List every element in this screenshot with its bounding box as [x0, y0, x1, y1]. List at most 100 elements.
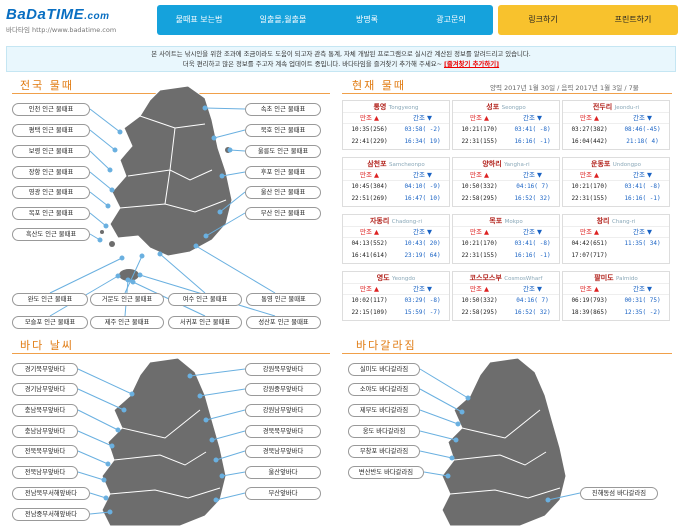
tide-button-mokpo[interactable]: 목포 인근 물때표: [12, 207, 90, 220]
weather-button-gangwon-central[interactable]: 강원중부앞바다: [245, 383, 321, 396]
tide-button-janghang[interactable]: 장항 인근 물때표: [12, 166, 90, 179]
weather-button-gangwon-south[interactable]: 강원남부앞바다: [245, 404, 321, 417]
low-tide-label: 간조 ▼: [412, 171, 433, 179]
weather-button-gyeonggi-north[interactable]: 경기북부앞바다: [12, 363, 78, 376]
tide-card-header: 만조 ▲ 간조 ▼: [453, 284, 559, 295]
high-tide-time: 04:13(552): [351, 240, 388, 247]
weather-button-jeonbuk-north[interactable]: 전북북부앞바다: [12, 445, 78, 458]
weather-button-chungnam-north[interactable]: 충남북부앞바다: [12, 404, 78, 417]
tide-row: 22:58(295) 16:52( 32): [453, 307, 559, 319]
high-tide-time: 22:15(109): [351, 309, 388, 316]
low-tide-label: 간조 ▼: [522, 114, 543, 122]
weather-button-gyeongbuk-south[interactable]: 경북남부앞바다: [245, 445, 321, 458]
low-tide-time: 08:46(-45): [624, 126, 661, 133]
high-tide-time: 22:58(295): [461, 195, 498, 202]
low-tide-label: 간조 ▼: [412, 228, 433, 236]
tide-button-moseulpo[interactable]: 모슬포 인근 물때표: [12, 316, 88, 329]
high-tide-time: 18:39(865): [571, 309, 608, 316]
high-tide-time: 10:50(332): [461, 183, 498, 190]
tide-button-mukho[interactable]: 묵호 인근 물때표: [245, 124, 321, 137]
tide-button-ulsan[interactable]: 울산 인근 물때표: [245, 186, 321, 199]
weather-button-gangwon-north[interactable]: 강원북부앞바다: [245, 363, 321, 376]
tide-button-hupo[interactable]: 후포 인근 물때표: [245, 166, 321, 179]
tide-card[interactable]: 성포 Seongpo 만조 ▲ 간조 ▼ 10:21(170) 03:41( -8) 22…: [452, 100, 560, 150]
tide-card[interactable]: 영도 Yeongdo 만조 ▲ 간조 ▼ 10:02(117) 03:29( -8) 22…: [342, 271, 450, 321]
low-tide-label: 간조 ▼: [522, 171, 543, 179]
tide-row: 17:07(717): [563, 250, 669, 262]
tide-card[interactable]: 목포 Mokpo 만조 ▲ 간조 ▼ 10:21(170) 03:41( -8) 22:3…: [452, 214, 560, 264]
station-roman: Samcheonpo: [388, 162, 425, 168]
low-tide-label: 간조 ▼: [412, 285, 433, 293]
high-tide-time: 22:31(155): [571, 195, 608, 202]
high-tide-time: 10:21(170): [571, 183, 608, 190]
tide-button-jeju[interactable]: 제주 인근 물때표: [90, 316, 164, 329]
tide-card[interactable]: 자동리 Chadong-ri 만조 ▲ 간조 ▼ 04:13(552) 10:43( 2…: [342, 214, 450, 264]
tide-card[interactable]: 코스모스부 CosmosWharf 만조 ▲ 간조 ▼ 10:50(332) 04:16…: [452, 271, 560, 321]
tide-card[interactable]: 운동포 Undongpo 만조 ▲ 간조 ▼ 10:21(170) 03:41( -8)…: [562, 157, 670, 207]
high-tide-label: 만조 ▲: [359, 228, 380, 236]
station-name: 양하리 Yangha-ri: [453, 158, 559, 170]
tide-button-ulleungdo[interactable]: 울릉도 인근 물때표: [245, 145, 321, 158]
tide-button-boryeong[interactable]: 보령 인근 물때표: [12, 145, 90, 158]
weather-button-jeonbuk-south[interactable]: 전북남부앞바다: [12, 466, 78, 479]
high-tide-label: 만조 ▲: [469, 228, 490, 236]
tide-card[interactable]: 팔미도 Palmido 만조 ▲ 간조 ▼ 06:19(793) 00:31( 75) 1…: [562, 271, 670, 321]
station-name: 팔미도 Palmido: [563, 272, 669, 284]
weather-button-jeonnam-central-west[interactable]: 전남중부서해앞바다: [12, 508, 90, 521]
low-tide-time: 16:16( -1): [514, 138, 551, 145]
weather-button-jeonnam-north-west[interactable]: 전남북부서해앞바다: [12, 487, 90, 500]
tide-card-header: 만조 ▲ 간조 ▼: [453, 170, 559, 181]
tide-card[interactable]: 전두리 Jeondu-ri 만조 ▲ 간조 ▼ 03:27(382) 08:46(-45…: [562, 100, 670, 150]
tide-card[interactable]: 양하리 Yangha-ri 만조 ▲ 간조 ▼ 10:50(332) 04:16( 7)…: [452, 157, 560, 207]
low-tide-label: 간조 ▼: [632, 228, 653, 236]
parting-button-soyado[interactable]: 소야도 바다갈라짐: [348, 383, 420, 396]
low-tide-time: 23:19( 64): [404, 252, 441, 259]
weather-button-busan[interactable]: 부산앞바다: [245, 487, 321, 500]
tide-card[interactable]: 삼천포 Samcheonpo 만조 ▲ 간조 ▼ 10:45(304) 04:10( -…: [342, 157, 450, 207]
low-tide-time: 21:18( 4): [626, 138, 659, 145]
high-tide-time: 06:19(793): [571, 297, 608, 304]
tide-button-wando[interactable]: 완도 인근 물때표: [12, 293, 88, 306]
parting-button-jebudo[interactable]: 제부도 바다갈라짐: [348, 404, 420, 417]
tide-button-heuksando[interactable]: 흑산도 인근 물때표: [12, 228, 90, 241]
station-name: 성포 Seongpo: [453, 101, 559, 113]
low-tide-time: 11:35( 34): [624, 240, 661, 247]
weather-button-chungnam-south[interactable]: 충남남부앞바다: [12, 425, 78, 438]
tide-row: 10:35(256) 03:58( -2): [343, 124, 449, 136]
high-tide-time: 22:31(155): [461, 138, 498, 145]
tide-row: 22:51(269) 16:47( 10): [343, 193, 449, 205]
tide-card[interactable]: 통영 Tongyeong 만조 ▲ 간조 ▼ 10:35(256) 03:58( -2)…: [342, 100, 450, 150]
tide-card[interactable]: 창리 Chang-ri 만조 ▲ 간조 ▼ 04:42(651) 11:35( 34) 1…: [562, 214, 670, 264]
parting-button-jinhae-dongseom[interactable]: 진해동섬 바다갈라짐: [580, 487, 658, 500]
station-name: 삼천포 Samcheonpo: [343, 158, 449, 170]
parting-button-ungdo[interactable]: 웅도 바다갈라짐: [348, 425, 420, 438]
parting-button-silmido[interactable]: 실미도 바다갈라짐: [348, 363, 420, 376]
parting-button-muchangpo[interactable]: 무창포 바다갈라짐: [348, 445, 420, 458]
weather-button-ulsan[interactable]: 울산앞바다: [245, 466, 321, 479]
weather-button-gyeongbuk-north[interactable]: 경북북부앞바다: [245, 425, 321, 438]
tide-button-tongyeong[interactable]: 통영 인근 물때표: [246, 293, 321, 306]
station-roman: Seongpo: [501, 105, 526, 111]
weather-button-gyeonggi-south[interactable]: 경기남부앞바다: [12, 383, 78, 396]
low-tide-time: 03:41( -8): [514, 240, 551, 247]
tide-button-yeonggwang[interactable]: 영광 인근 물때표: [12, 186, 90, 199]
tide-button-geomundo[interactable]: 거문도 인근 물때표: [90, 293, 164, 306]
parting-button-byeonsanbando[interactable]: 변산반도 바다갈라짐: [348, 466, 424, 479]
tide-row: 10:50(332) 04:16( 7): [453, 295, 559, 307]
tide-row: 10:02(117) 03:29( -8): [343, 295, 449, 307]
station-roman: CosmosWharf: [504, 276, 543, 282]
high-tide-label: 만조 ▲: [469, 171, 490, 179]
tide-button-seongsanpo[interactable]: 성산포 인근 물때표: [246, 316, 321, 329]
low-tide-time: 16:52( 32): [514, 309, 551, 316]
station-name: 영도 Yeongdo: [343, 272, 449, 284]
tide-button-seogwipo[interactable]: 서귀포 인근 물때표: [168, 316, 242, 329]
tide-card-header: 만조 ▲ 간조 ▼: [563, 284, 669, 295]
tide-button-yeosu[interactable]: 여수 인근 물때표: [168, 293, 242, 306]
tide-button-busan[interactable]: 부산 인근 물때표: [245, 207, 321, 220]
high-tide-time: 10:21(170): [461, 126, 498, 133]
tide-button-pyeongtaek[interactable]: 평택 인근 물때표: [12, 124, 90, 137]
tide-row: 10:21(170) 03:41( -8): [453, 238, 559, 250]
tide-button-incheon[interactable]: 인천 인근 물때표: [12, 103, 90, 116]
tide-button-sokcho[interactable]: 속초 인근 물때표: [245, 103, 321, 116]
tide-row: 03:27(382) 08:46(-45): [563, 124, 669, 136]
